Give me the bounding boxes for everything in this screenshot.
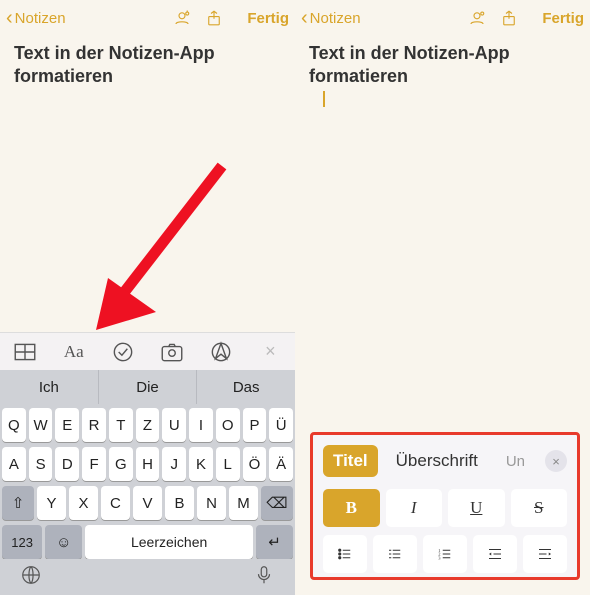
note-title: Text in der Notizen-App formatieren	[14, 42, 281, 87]
chevron-left-icon: ‹	[301, 8, 308, 28]
key-k[interactable]: K	[189, 447, 213, 481]
table-icon[interactable]	[12, 339, 38, 365]
key-s[interactable]: S	[29, 447, 53, 481]
text-format-button[interactable]: Aa	[61, 342, 87, 362]
key-e[interactable]: E	[55, 408, 79, 442]
share-icon[interactable]	[500, 9, 518, 27]
key-space[interactable]: Leerzeichen	[85, 525, 253, 559]
done-button[interactable]: Fertig	[247, 10, 289, 27]
note-title: Text in der Notizen-App formatieren	[309, 42, 576, 87]
keyboard-bottom-bar	[0, 559, 295, 595]
key-j[interactable]: J	[162, 447, 186, 481]
key-v[interactable]: V	[133, 486, 162, 520]
format-panel: Titel Überschrift Un × B I U S 123	[310, 432, 580, 580]
key-o[interactable]: O	[216, 408, 240, 442]
back-button[interactable]: ‹ Notizen	[6, 8, 173, 28]
done-button[interactable]: Fertig	[542, 10, 584, 27]
key-m[interactable]: M	[229, 486, 258, 520]
chevron-left-icon: ‹	[6, 8, 13, 28]
key-l[interactable]: L	[216, 447, 240, 481]
key-i[interactable]: I	[189, 408, 213, 442]
key-p[interactable]: P	[243, 408, 267, 442]
back-button[interactable]: ‹ Notizen	[301, 8, 468, 28]
key-backspace[interactable]: ⌫	[261, 486, 293, 520]
bold-button[interactable]: B	[323, 489, 380, 527]
number-list-icon[interactable]: 123	[423, 535, 467, 573]
format-style-title[interactable]: Titel	[323, 445, 378, 477]
italic-button[interactable]: I	[386, 489, 443, 527]
key-x[interactable]: X	[69, 486, 98, 520]
indent-right-icon[interactable]	[523, 535, 567, 573]
bullet-list-icon[interactable]	[323, 535, 367, 573]
prediction-bar: Ich Die Das	[0, 370, 295, 404]
key-z[interactable]: Z	[136, 408, 160, 442]
key-ä[interactable]: Ä	[269, 447, 293, 481]
mic-icon[interactable]	[253, 564, 275, 591]
key-c[interactable]: C	[101, 486, 130, 520]
key-w[interactable]: W	[29, 408, 53, 442]
prediction-3[interactable]: Das	[197, 370, 295, 404]
format-style-subheading-truncated[interactable]: Un	[496, 447, 535, 476]
key-g[interactable]: G	[109, 447, 133, 481]
strike-button[interactable]: S	[511, 489, 568, 527]
key-u[interactable]: U	[162, 408, 186, 442]
key-shift[interactable]: ⇧	[2, 486, 34, 520]
key-a[interactable]: A	[2, 447, 26, 481]
indent-left-icon[interactable]	[473, 535, 517, 573]
close-toolbar-icon[interactable]: ×	[257, 341, 283, 362]
globe-icon[interactable]	[20, 564, 42, 591]
camera-icon[interactable]	[159, 339, 185, 365]
svg-text:3: 3	[438, 555, 441, 560]
key-t[interactable]: T	[109, 408, 133, 442]
collaborate-icon[interactable]	[468, 9, 486, 27]
dash-list-icon[interactable]	[373, 535, 417, 573]
prediction-2[interactable]: Die	[99, 370, 198, 404]
screenshot-left: ‹ Notizen Fertig Text in der Notizen-App…	[0, 0, 295, 595]
key-q[interactable]: Q	[2, 408, 26, 442]
key-y[interactable]: Y	[37, 486, 66, 520]
note-body[interactable]: Text in der Notizen-App formatieren	[295, 36, 590, 122]
key-d[interactable]: D	[55, 447, 79, 481]
markup-icon[interactable]	[208, 339, 234, 365]
key-r[interactable]: R	[82, 408, 106, 442]
nav-bar: ‹ Notizen Fertig	[295, 0, 590, 36]
key-return[interactable]: ↵	[256, 525, 293, 559]
note-body[interactable]: Text in der Notizen-App formatieren	[0, 36, 295, 93]
keyboard: QWERTZUIOPÜ ASDFGHJKLÖÄ ⇧YXCVBNM⌫ 123 ☺ …	[0, 404, 295, 566]
key-ü[interactable]: Ü	[269, 408, 293, 442]
checklist-icon[interactable]	[110, 339, 136, 365]
key-f[interactable]: F	[82, 447, 106, 481]
collaborate-icon[interactable]	[173, 9, 191, 27]
key-h[interactable]: H	[136, 447, 160, 481]
key-123[interactable]: 123	[2, 525, 42, 559]
format-style-heading[interactable]: Überschrift	[386, 445, 488, 477]
key-b[interactable]: B	[165, 486, 194, 520]
key-emoji[interactable]: ☺	[45, 525, 82, 559]
key-ö[interactable]: Ö	[243, 447, 267, 481]
key-n[interactable]: N	[197, 486, 226, 520]
text-cursor	[323, 91, 325, 107]
underline-button[interactable]: U	[448, 489, 505, 527]
back-label: Notizen	[15, 10, 66, 27]
keyboard-toolbar: Aa ×	[0, 332, 295, 370]
nav-bar: ‹ Notizen Fertig	[0, 0, 295, 36]
back-label: Notizen	[310, 10, 361, 27]
prediction-1[interactable]: Ich	[0, 370, 99, 404]
close-icon[interactable]: ×	[545, 450, 567, 472]
share-icon[interactable]	[205, 9, 223, 27]
